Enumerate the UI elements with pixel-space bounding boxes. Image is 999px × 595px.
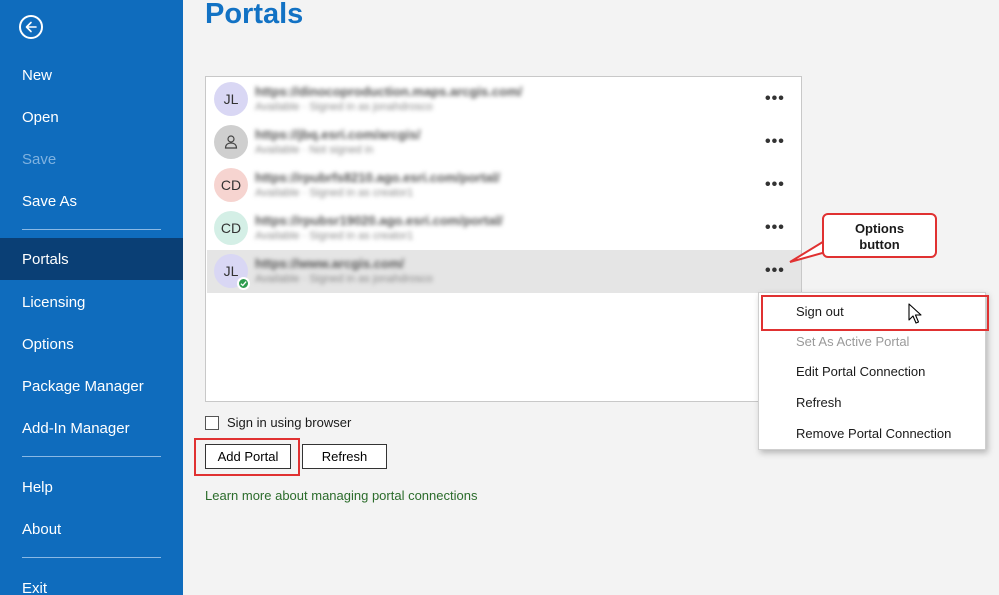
menu-set-active-portal: Set As Active Portal [796,334,910,349]
nav-help[interactable]: Help [0,467,183,507]
menu-refresh[interactable]: Refresh [796,395,842,410]
avatar: JL [214,82,248,116]
avatar: JL [214,254,250,290]
options-button[interactable]: ••• [765,219,785,237]
options-button[interactable]: ••• [765,262,785,280]
portal-list: JL https://dinocoproduction.maps.arcgis.… [205,76,802,402]
nav-options[interactable]: Options [0,324,183,364]
nav-licensing[interactable]: Licensing [0,282,183,322]
nav-divider [22,557,161,558]
portal-url: https://rpubrfs8210.ago.esri.com/portal/ [255,170,500,185]
options-button-callout: Options button [822,213,937,258]
portal-url: https://rpubsr19020.ago.esri.com/portal/ [255,213,503,228]
avatar-initials: JL [223,263,239,279]
portal-url: https://dinocoproduction.maps.arcgis.com… [255,84,523,99]
options-button[interactable]: ••• [765,176,785,194]
portal-row[interactable]: CD https://rpubsr19020.ago.esri.com/port… [207,207,801,250]
menu-sign-out[interactable]: Sign out [796,304,844,319]
menu-edit-portal-connection[interactable]: Edit Portal Connection [796,364,925,379]
backstage-sidebar: New Open Save Save As Portals Licensing … [0,0,183,595]
portal-options-menu: Sign out Set As Active Portal Edit Porta… [758,292,989,450]
options-button[interactable]: ••• [765,90,785,108]
nav-open[interactable]: Open [0,97,183,137]
nav-new[interactable]: New [0,55,183,95]
avatar-initials: JL [223,91,239,107]
avatar-initials: CD [220,220,242,236]
back-arrow-icon [25,21,37,33]
portal-status: Available · Signed in as jonahdrosco [255,101,433,113]
callout-line-2: button [859,237,900,252]
signin-browser-row[interactable]: Sign in using browser [205,415,351,430]
portal-url: https://www.arcgis.com/ [255,256,405,271]
nav-add-in-manager[interactable]: Add-In Manager [0,408,183,448]
portal-status: Available · Signed in as creator1 [255,230,414,242]
portal-row[interactable]: CD https://rpubrfs8210.ago.esri.com/port… [207,164,801,207]
nav-portals[interactable]: Portals [0,238,183,280]
nav-divider [22,456,161,457]
signin-browser-label: Sign in using browser [227,415,352,430]
portal-status: Available · Signed in as jonahdrosco [255,273,433,285]
mouse-cursor-icon [908,303,922,324]
avatar [214,125,248,159]
callout-line-1: Options [854,221,905,236]
add-portal-button[interactable]: Add Portal [205,444,291,469]
nav-save: Save [22,150,57,168]
menu-remove-portal-connection[interactable]: Remove Portal Connection [796,426,951,441]
nav-exit[interactable]: Exit [0,568,183,595]
signin-browser-checkbox[interactable] [205,415,219,430]
portal-status: Available · Not signed in [255,144,374,156]
page-title: Portals [205,0,304,30]
user-icon [224,135,238,149]
avatar-initials: CD [220,177,242,193]
portal-row-active[interactable]: JL https://www.arcgis.com/ Available · S… [207,250,801,293]
avatar: CD [214,168,248,202]
options-button[interactable]: ••• [765,133,785,151]
portal-row[interactable]: https://jbq.esri.com/arcgis/ Available ·… [207,121,801,164]
nav-about[interactable]: About [0,509,183,549]
back-button[interactable] [19,15,43,39]
nav-divider [22,229,161,230]
learn-more-link[interactable]: Learn more about managing portal connect… [205,488,477,503]
portal-url: https://jbq.esri.com/arcgis/ [255,127,421,142]
nav-save-as[interactable]: Save As [0,181,183,221]
portal-status: Available · Signed in as creator1 [255,187,414,199]
portal-row[interactable]: JL https://dinocoproduction.maps.arcgis.… [207,78,801,121]
check-icon [237,277,250,290]
nav-package-manager[interactable]: Package Manager [0,366,183,406]
avatar: CD [214,211,248,245]
refresh-button[interactable]: Refresh [302,444,387,469]
